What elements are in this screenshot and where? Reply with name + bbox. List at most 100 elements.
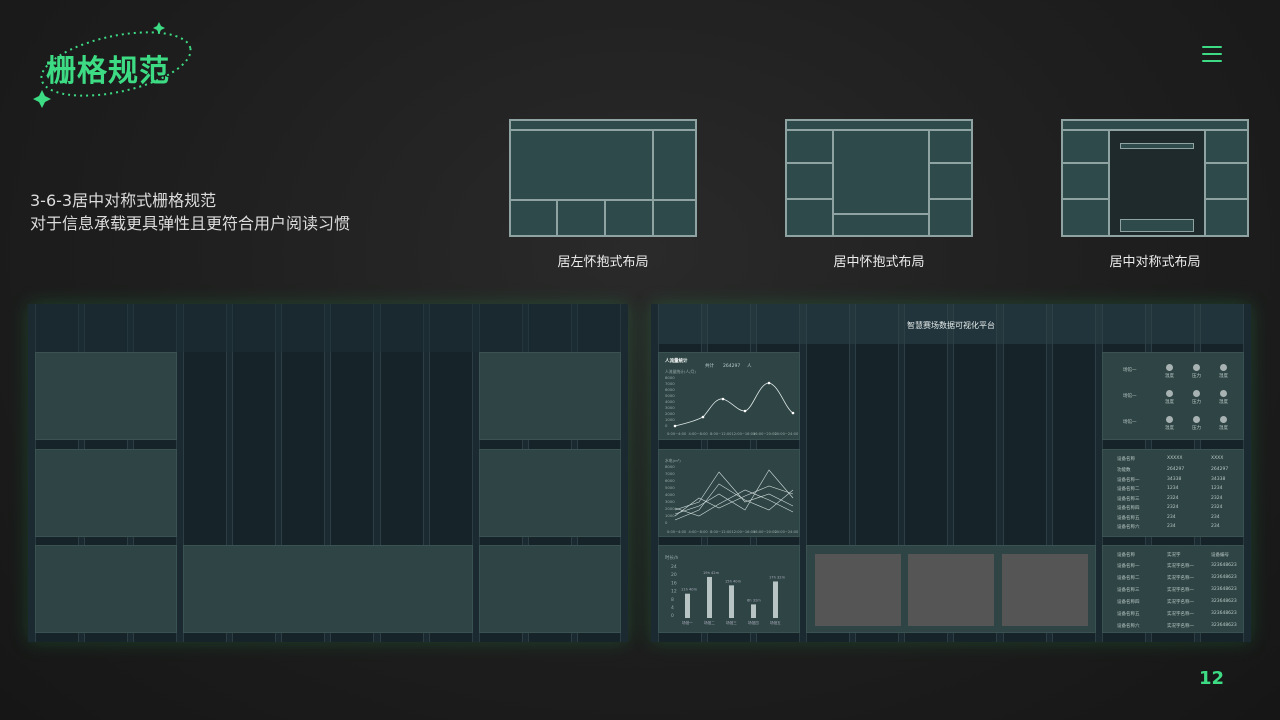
status-dot-icon bbox=[1193, 390, 1200, 397]
table-cell: 2324 bbox=[1167, 495, 1179, 501]
line-chart-visitors: 人流量统计共计 264297 人人流量统计(人/月)8000700060005000… bbox=[664, 357, 799, 436]
chart-block-line: 人流量统计 共计 264297 人人流量统计(人/月) 8000 7000 6000 5000… bbox=[658, 352, 800, 440]
x-tick-label: 0:00~4:00 bbox=[667, 432, 687, 436]
series-line bbox=[674, 382, 794, 427]
center-block bbox=[806, 545, 1096, 633]
layout-thumbnail-left-embrace bbox=[509, 119, 697, 237]
center-block bbox=[183, 545, 473, 633]
x-tick-label: 20:00~24:00 bbox=[775, 530, 799, 534]
table-block-1: 设备名称 XXXXX XXXX 功能数 264297 264297 设备名称一 34338 34… bbox=[1102, 449, 1244, 537]
table-cell: 实况字名称一 bbox=[1167, 564, 1194, 569]
table-cell: 34338 bbox=[1211, 476, 1226, 482]
status-dot-label: 压力 bbox=[1192, 400, 1201, 405]
x-tick-label: 4:00~8:00 bbox=[689, 432, 709, 436]
table-cell: 234 bbox=[1211, 524, 1220, 529]
table-cell: 设备名称二 bbox=[1117, 576, 1140, 581]
data-point bbox=[767, 381, 771, 385]
table-cell: 实况字名称一 bbox=[1167, 624, 1194, 629]
dashboard-example-panel: 智慧赛场数据可视化平台 人流量统计 共计 264297 人人流量统计(人/月) 8000… bbox=[651, 304, 1251, 642]
y-tick-label: 8 bbox=[671, 597, 674, 603]
y-tick-label: 5000 bbox=[665, 485, 675, 490]
data-point bbox=[743, 409, 747, 413]
logo: 栅格规范 bbox=[28, 20, 198, 110]
y-tick-label: 0 bbox=[665, 520, 668, 525]
image-placeholder bbox=[908, 554, 994, 626]
bar-category-label: 场馆一 bbox=[682, 620, 693, 625]
description-line-2: 对于信息承载更具弹性且更符合用户阅读习惯 bbox=[30, 214, 351, 233]
y-tick-label: 7000 bbox=[665, 381, 675, 386]
table-cell: 设备名称三 bbox=[1117, 588, 1140, 593]
table-cell: 323648623 bbox=[1211, 611, 1237, 616]
data-point bbox=[701, 415, 705, 419]
table-header-cell: 设备名称 bbox=[1117, 457, 1135, 462]
table-cell: 设备名称三 bbox=[1117, 496, 1140, 502]
x-tick-label: 8:00~12:00 bbox=[710, 530, 732, 534]
table-block-2: 设备名称 实况字 设备编号 设备名称一 实况字名称一 323648623 设备名称二 实况字名… bbox=[1102, 545, 1244, 633]
table-header-cell: 设备编号 bbox=[1211, 553, 1229, 558]
description-line-1: 3-6-3居中对称式栅格规范 bbox=[30, 191, 217, 210]
status-row-label: 场馆一 bbox=[1123, 368, 1137, 373]
left-block bbox=[35, 449, 177, 537]
chart-block-bar: 时长/h 24 20 16 12 8 4 0 11h 40m 场馆一 19h 42m 场馆二 15h 4… bbox=[658, 545, 800, 633]
table-cell: 323648623 bbox=[1211, 623, 1237, 628]
series-line bbox=[674, 485, 794, 517]
bar-category-label: 场馆四 bbox=[748, 620, 759, 625]
table-header-cell: XXXXX bbox=[1167, 456, 1183, 461]
status-block: 场馆一 温度 压力 湿度 场馆一 温度 压力 湿度 场馆一 温度 压力 湿度 bbox=[1102, 352, 1244, 440]
layout-caption-center-symmetric: 居中对称式布局 bbox=[1109, 255, 1201, 270]
menu-icon[interactable] bbox=[1202, 46, 1222, 66]
table-cell: 设备名称四 bbox=[1117, 600, 1140, 605]
right-block bbox=[479, 545, 621, 633]
y-axis-label: 人流量统计(人/月) bbox=[665, 369, 696, 374]
table-cell: 234 bbox=[1211, 514, 1220, 520]
layout-caption-left-embrace: 居左怀抱式布局 bbox=[557, 255, 649, 270]
data-point bbox=[721, 397, 725, 401]
table-cell: 34338 bbox=[1167, 476, 1182, 482]
y-tick-label: 3000 bbox=[665, 499, 675, 504]
status-dot-icon bbox=[1193, 416, 1200, 423]
table-cell: 2324 bbox=[1211, 505, 1223, 510]
table-header-cell: XXXX bbox=[1211, 456, 1224, 461]
table-cell: 234 bbox=[1167, 514, 1176, 520]
stat-value: 264297 bbox=[723, 363, 740, 369]
status-dot-icon bbox=[1166, 364, 1173, 371]
status-dot-label: 温度 bbox=[1165, 426, 1174, 431]
status-dot-icon bbox=[1193, 364, 1200, 371]
layout-caption-center-embrace: 居中怀抱式布局 bbox=[833, 255, 925, 270]
bar bbox=[729, 585, 734, 618]
table-cell: 设备名称五 bbox=[1117, 515, 1140, 521]
right-block bbox=[479, 449, 621, 537]
data-point bbox=[791, 411, 795, 415]
status-dot-label: 温度 bbox=[1165, 400, 1174, 405]
layout-thumbnail-center-symmetric bbox=[1061, 119, 1249, 237]
chart-title: 人流量统计 bbox=[664, 357, 688, 364]
x-tick-label: 20:00~24:00 bbox=[775, 432, 799, 436]
status-row-label: 场馆一 bbox=[1123, 394, 1137, 399]
bar-chart-duration: 时长/h 24 20 16 12 8 4 0 11h 40m 场馆一 19h 42m 场馆二 15h 4… bbox=[665, 554, 786, 625]
grid-wireframe-panel bbox=[28, 304, 628, 642]
table-cell: 264297 bbox=[1211, 467, 1229, 472]
right-block bbox=[479, 352, 621, 440]
table-cell: 323648623 bbox=[1211, 575, 1237, 580]
y-tick-label: 1000 bbox=[665, 513, 675, 518]
table-cell: 1234 bbox=[1167, 486, 1179, 491]
bar bbox=[751, 604, 756, 618]
page-number: 12 bbox=[1199, 668, 1225, 689]
bar-category-label: 场馆二 bbox=[704, 620, 715, 625]
table-cell: 设备名称一 bbox=[1117, 477, 1140, 483]
left-block bbox=[35, 545, 177, 633]
y-tick-label: 0 bbox=[671, 613, 674, 619]
stat-unit: 人 bbox=[747, 363, 752, 369]
y-tick-label: 2000 bbox=[665, 411, 675, 416]
table-cell: 323648623 bbox=[1211, 563, 1237, 568]
y-tick-label: 24 bbox=[671, 564, 677, 570]
status-dot-label: 湿度 bbox=[1219, 400, 1228, 405]
bar-value-label: 11h 40m bbox=[681, 588, 698, 592]
bar bbox=[685, 593, 690, 618]
bar-value-label: 19h 42m bbox=[703, 571, 720, 575]
table-cell: 设备名称四 bbox=[1117, 506, 1140, 511]
status-dot-icon bbox=[1220, 364, 1227, 371]
stat-label: 共计 bbox=[705, 362, 714, 369]
image-placeholder bbox=[815, 554, 901, 626]
table-cell: 1234 bbox=[1211, 486, 1223, 491]
